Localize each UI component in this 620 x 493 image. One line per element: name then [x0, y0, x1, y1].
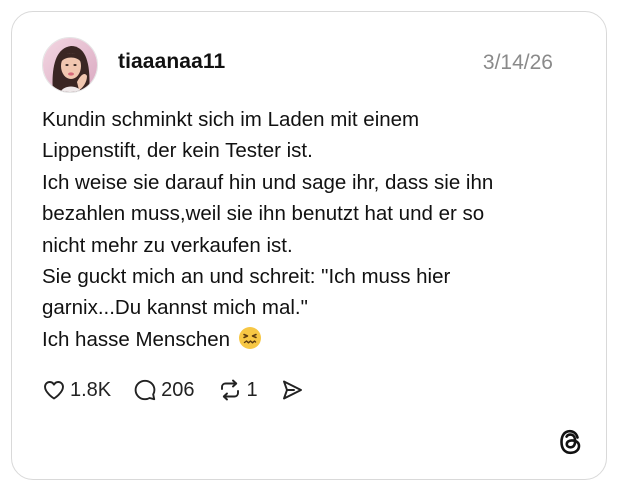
like-count: 1.8K [70, 378, 112, 401]
avatar[interactable] [42, 37, 98, 93]
share-button[interactable] [280, 378, 304, 402]
threads-logo-icon [558, 428, 584, 456]
action-bar: 1.8K 206 1 [42, 376, 326, 404]
heart-icon [42, 378, 66, 402]
share-send-icon [280, 378, 304, 402]
post-text-line: Sie guckt mich an und schreit: "Ich muss… [42, 265, 451, 289]
post-text-line: garnix...Du kannst mich mal." [42, 296, 308, 320]
repost-icon [217, 378, 243, 402]
comment-button[interactable]: 206 [133, 378, 195, 402]
post-text-line: nicht mehr zu verkaufen ist. [42, 233, 293, 257]
avatar-photo [43, 38, 97, 92]
post-text-line: Ich hasse Menschen [42, 327, 231, 351]
repost-button[interactable]: 1 [217, 378, 258, 402]
comment-bubble-icon [133, 378, 157, 402]
repost-count: 1 [246, 378, 258, 401]
comment-count: 206 [161, 378, 195, 401]
post-text: Kundin schminkt sich im Laden mit einem … [42, 104, 572, 359]
post-text-last-line: Ich hasse Menschen [42, 324, 572, 359]
like-button[interactable]: 1.8K [42, 378, 111, 402]
post-text-line: bezahlen muss,weil sie ihn benutzt hat u… [42, 202, 485, 226]
post-text-line: Kundin schminkt sich im Laden mit einem [42, 108, 420, 131]
post-text-line: Ich weise sie darauf hin und sage ihr, d… [42, 170, 494, 194]
post-text-line: Lippenstift, der kein Tester ist. [42, 139, 313, 163]
post-date: 3/14/26 [482, 51, 553, 74]
username[interactable]: tiaaanaa11 [118, 50, 225, 74]
confounded-face-emoji-icon [238, 326, 262, 359]
post-card: tiaaanaa11 3/14/26 Kundin schminkt sich … [11, 11, 607, 480]
